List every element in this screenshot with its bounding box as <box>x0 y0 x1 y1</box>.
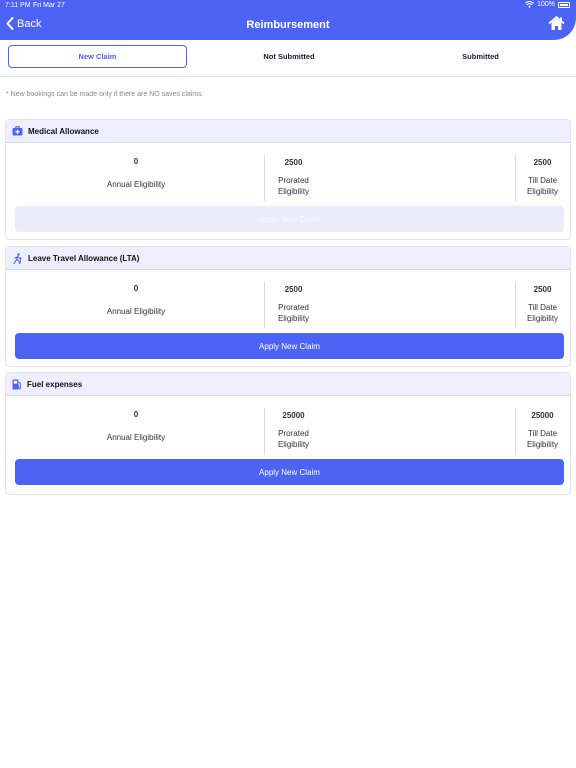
prorated-label-line2: Eligibility <box>277 314 310 323</box>
home-button[interactable] <box>548 16 565 36</box>
annual-eligibility-value: 0 <box>133 284 139 293</box>
prorated-eligibility-value: 2500 <box>284 158 303 167</box>
card-title: Leave Travel Allowance (LTA) <box>28 253 140 263</box>
annual-eligibility-value: 0 <box>133 410 139 419</box>
till-date-label-line2: Eligibility <box>526 440 559 449</box>
fuel-pump-icon <box>12 379 21 389</box>
till-date-eligibility: 2500 Till Date Eligibility <box>513 158 572 197</box>
status-time: 7:11 PM <box>5 2 31 9</box>
prorated-label-line1: Prorated <box>278 176 309 185</box>
page-title: Reimbursement <box>246 19 330 31</box>
card-leave-travel-allowance: Leave Travel Allowance (LTA) 0 Annual El… <box>5 246 571 367</box>
claim-tabs: New Claim Not Submitted Submitted <box>0 44 576 70</box>
card-title: Fuel expenses <box>27 379 83 389</box>
prorated-label-line1: Prorated <box>278 303 309 312</box>
till-date-eligibility-value: 25000 <box>531 411 554 420</box>
annual-eligibility: 0 Annual Eligibility <box>66 157 206 190</box>
annual-eligibility-label: Annual Eligibility <box>106 180 166 189</box>
eligibility-stats: 0 Annual Eligibility 25000 Prorated Elig… <box>6 396 570 460</box>
battery-percent: 100% <box>537 1 555 8</box>
till-date-label-line2: Eligibility <box>526 314 559 323</box>
walking-person-icon <box>13 252 22 264</box>
annual-eligibility-label: Annual Eligibility <box>106 433 166 442</box>
till-date-label-line1: Till Date <box>527 176 558 185</box>
card-title: Medical Allowance <box>28 126 99 136</box>
annual-eligibility: 0 Annual Eligibility <box>66 410 206 443</box>
prorated-label-line2: Eligibility <box>277 187 310 196</box>
home-icon <box>548 16 565 30</box>
header-bar: 7:11 PM Fri Mar 27 100% Back Reimburseme… <box>0 0 576 40</box>
battery-icon <box>558 1 570 8</box>
card-header: Medical Allowance <box>6 120 570 143</box>
prorated-eligibility: 2500 Prorated Eligibility <box>246 158 341 197</box>
till-date-eligibility-value: 2500 <box>533 285 552 294</box>
prorated-eligibility: 2500 Prorated Eligibility <box>246 285 341 324</box>
till-date-eligibility: 2500 Till Date Eligibility <box>513 285 572 324</box>
medical-kit-icon <box>12 126 23 136</box>
eligibility-stats: 0 Annual Eligibility 2500 Prorated Eligi… <box>6 270 570 334</box>
card-fuel-expenses: Fuel expenses 0 Annual Eligibility 25000… <box>5 372 571 495</box>
apply-new-claim-button[interactable]: Apply New Claim <box>15 206 564 232</box>
till-date-label-line2: Eligibility <box>526 187 559 196</box>
till-date-eligibility-value: 2500 <box>533 158 552 167</box>
card-header: Fuel expenses <box>6 373 570 396</box>
card-medical-allowance: Medical Allowance 0 Annual Eligibility 2… <box>5 119 571 240</box>
status-indicators: 100% <box>525 1 570 8</box>
tabs-divider <box>0 76 576 77</box>
till-date-eligibility: 25000 Till Date Eligibility <box>513 411 572 450</box>
prorated-label-line2: Eligibility <box>277 440 310 449</box>
till-date-label-line1: Till Date <box>527 303 558 312</box>
annual-eligibility-value: 0 <box>133 157 139 166</box>
apply-new-claim-button[interactable]: Apply New Claim <box>15 333 564 359</box>
apply-new-claim-button[interactable]: Apply New Claim <box>15 459 564 485</box>
eligibility-stats: 0 Annual Eligibility 2500 Prorated Eligi… <box>6 143 570 207</box>
prorated-eligibility: 25000 Prorated Eligibility <box>246 411 341 450</box>
wifi-icon <box>525 1 534 8</box>
status-date: Fri Mar 27 <box>33 2 65 9</box>
prorated-eligibility-value: 25000 <box>282 411 305 420</box>
card-header: Leave Travel Allowance (LTA) <box>6 247 570 270</box>
till-date-label-line1: Till Date <box>527 429 558 438</box>
booking-note: * New bookings can be made only if there… <box>6 91 202 98</box>
tab-submitted[interactable]: Submitted <box>388 45 573 68</box>
tab-new-claim[interactable]: New Claim <box>8 45 187 68</box>
annual-eligibility: 0 Annual Eligibility <box>66 284 206 317</box>
annual-eligibility-label: Annual Eligibility <box>106 307 166 316</box>
prorated-eligibility-value: 2500 <box>284 285 303 294</box>
prorated-label-line1: Prorated <box>278 429 309 438</box>
tab-not-submitted[interactable]: Not Submitted <box>195 45 383 68</box>
